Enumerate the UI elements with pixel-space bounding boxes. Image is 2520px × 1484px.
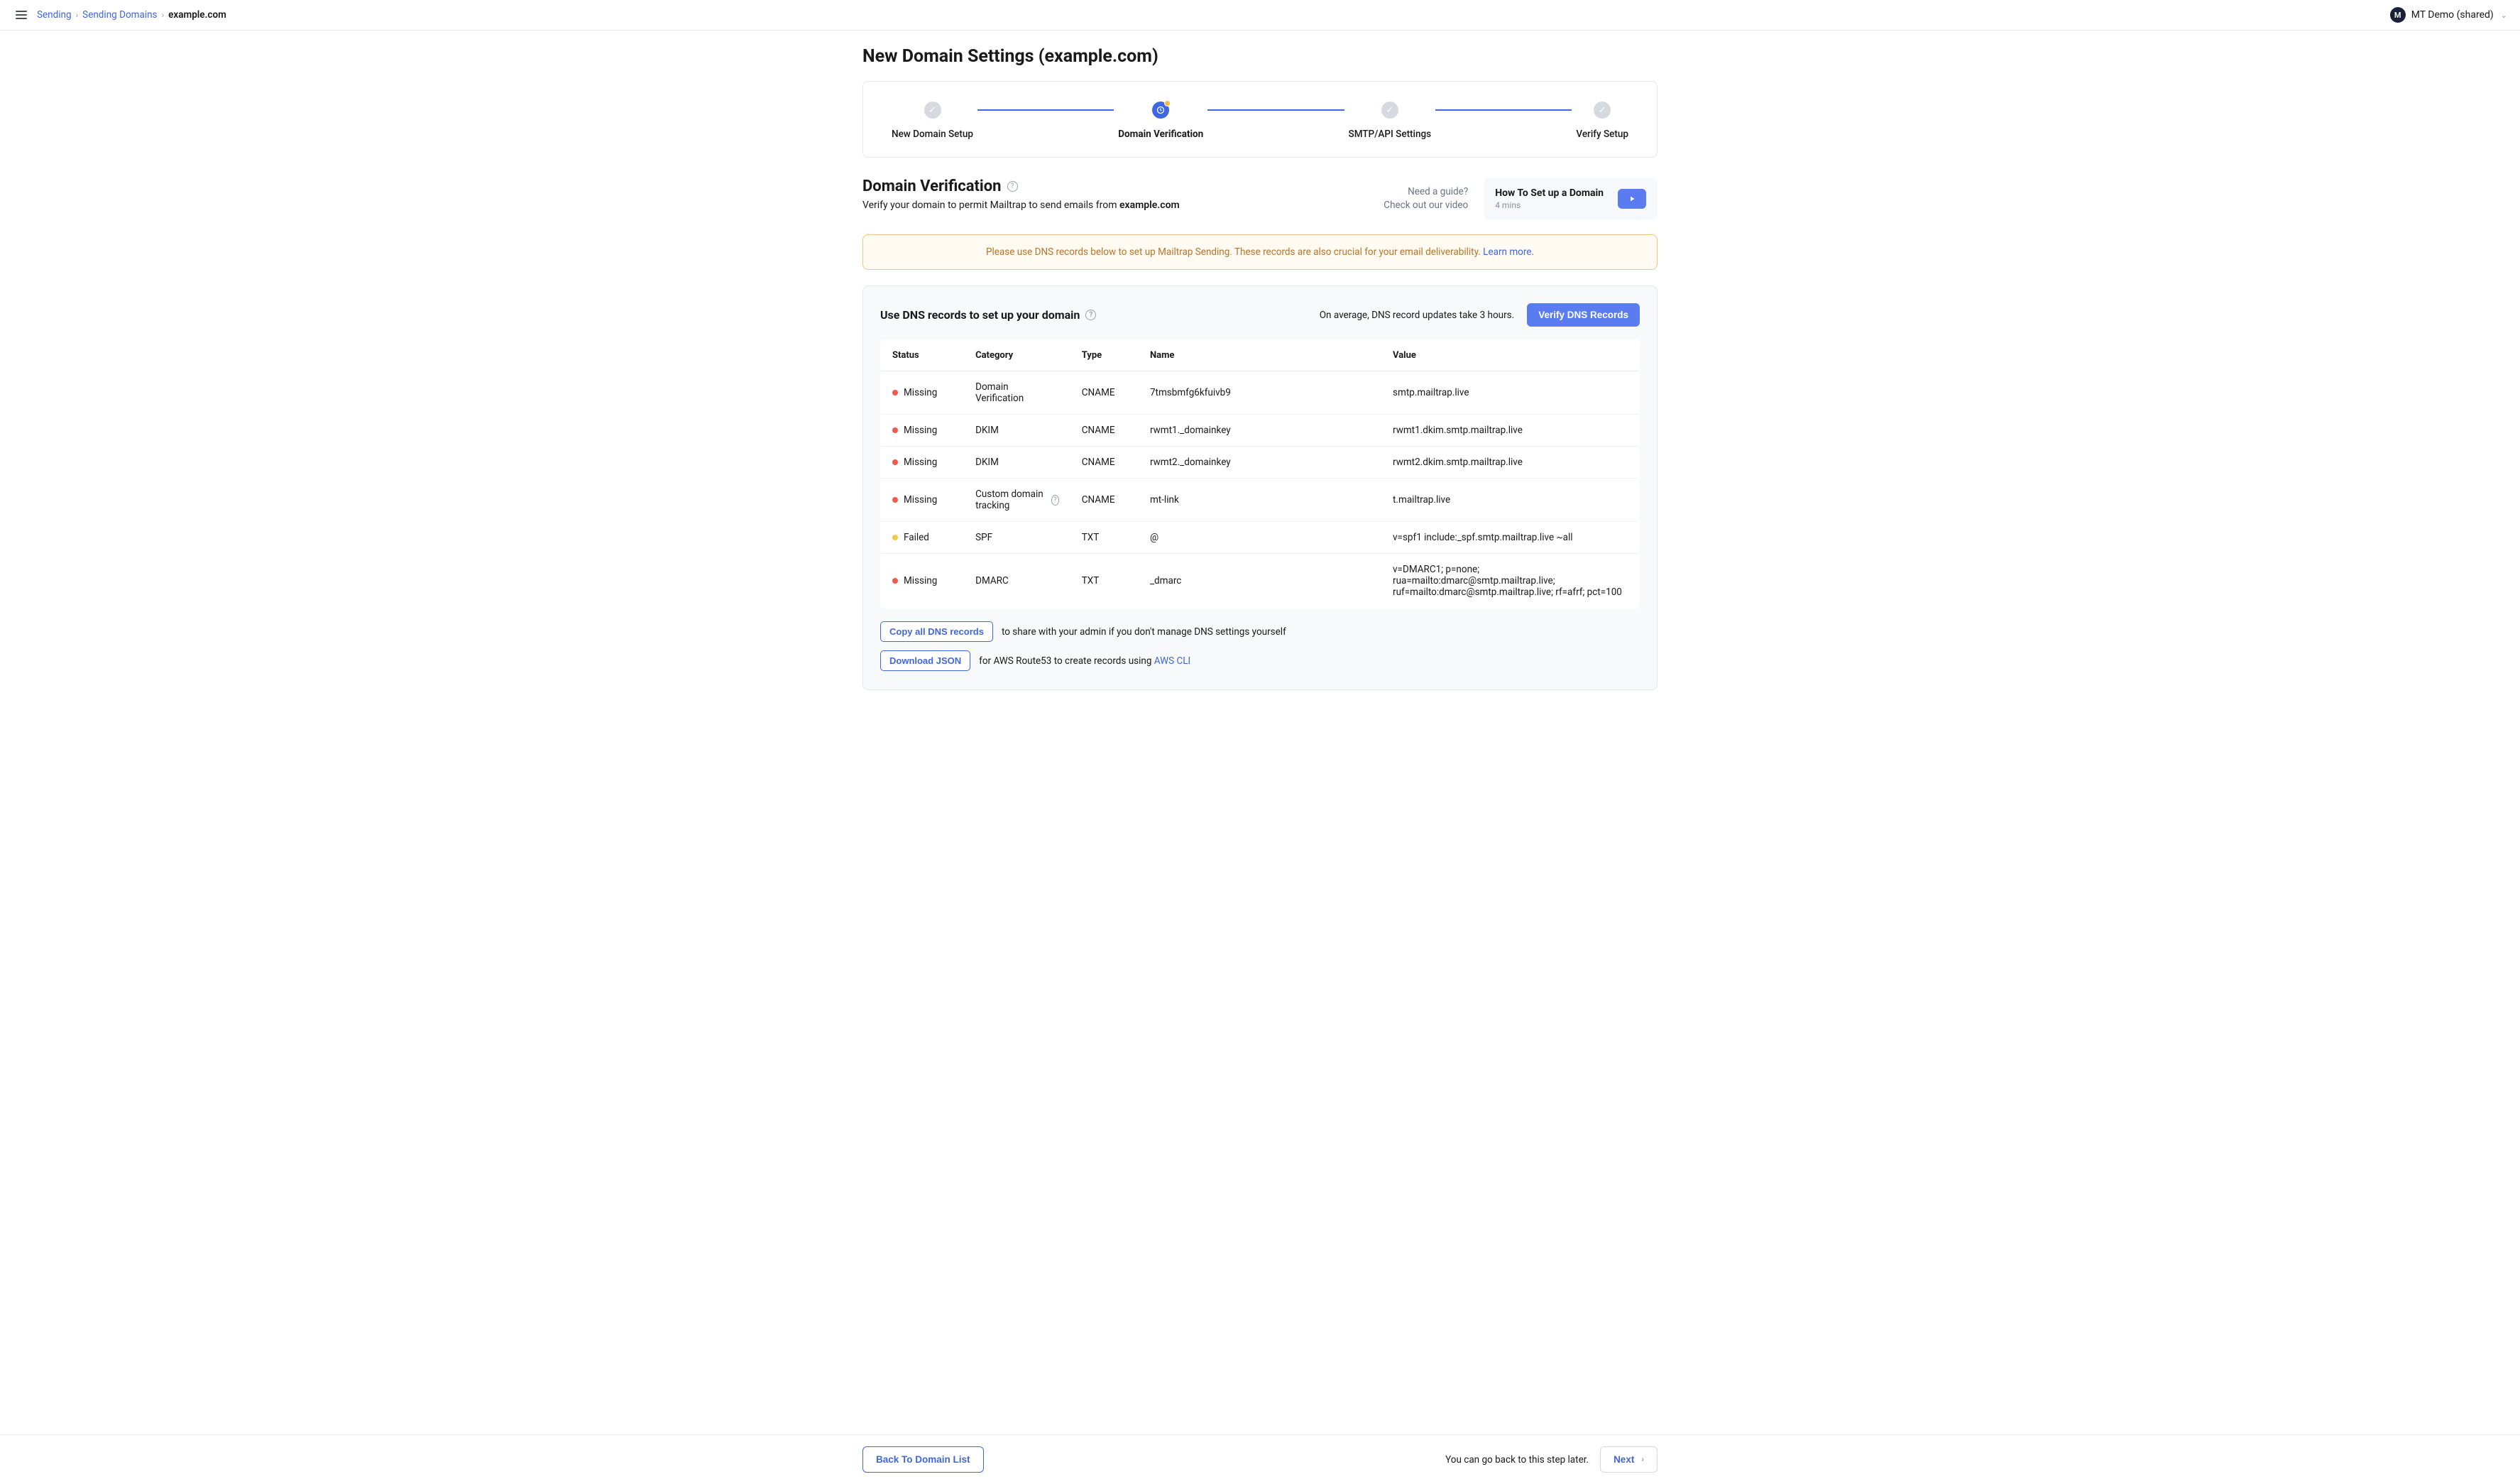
category-text: Domain Verification <box>975 381 1059 404</box>
th-category: Category <box>964 340 1070 371</box>
status-dot-icon <box>892 535 898 540</box>
type-text: TXT <box>1070 554 1139 609</box>
table-row: Failed SPF TXT@v=spf1 include:_spf.smtp.ma… <box>881 522 1640 554</box>
download-json-button[interactable]: Download JSON <box>880 650 970 671</box>
stepper-card: ✓ New Domain Setup Domain Verification ✓… <box>862 81 1658 158</box>
chevron-right-icon: › <box>162 10 165 20</box>
chevron-right-icon: › <box>1641 1456 1644 1464</box>
status-text: Missing <box>904 494 937 506</box>
type-text: CNAME <box>1070 415 1139 447</box>
account-name: MT Demo (shared) <box>2411 9 2494 21</box>
type-text: CNAME <box>1070 371 1139 415</box>
account-switcher[interactable]: M MT Demo (shared) ⌄ <box>2390 7 2507 23</box>
value-text: rwmt2.dkim.smtp.mailtrap.live <box>1381 447 1639 479</box>
dns-records-table: Status Category Type Name Value Missing D… <box>880 339 1640 609</box>
copy-dns-note: to share with your admin if you don't ma… <box>1002 626 1286 638</box>
value-text: t.mailtrap.live <box>1381 479 1639 522</box>
category-text: DMARC <box>975 575 1009 586</box>
category-text: Custom domain tracking <box>975 489 1047 511</box>
name-text: rwmt1._domainkey <box>1139 415 1381 447</box>
next-button[interactable]: Next › <box>1600 1446 1658 1473</box>
back-to-domain-list-button[interactable]: Back To Domain List <box>862 1446 984 1473</box>
status-text: Missing <box>904 387 937 398</box>
name-text: _dmarc <box>1139 554 1381 609</box>
type-text: CNAME <box>1070 447 1139 479</box>
category-text: SPF <box>975 532 992 543</box>
status-dot-icon <box>892 390 898 395</box>
breadcrumb-sending-link[interactable]: Sending <box>37 9 72 21</box>
check-icon: ✓ <box>1381 102 1398 119</box>
dns-records-card: Use DNS records to set up your domain ? … <box>862 285 1658 690</box>
status-text: Missing <box>904 457 937 468</box>
name-text: @ <box>1139 522 1381 554</box>
download-json-note: for AWS Route53 to create records using … <box>979 655 1190 667</box>
avatar: M <box>2390 7 2406 23</box>
value-text: smtp.mailtrap.live <box>1381 371 1639 415</box>
type-text: CNAME <box>1070 479 1139 522</box>
table-row: Missing Domain Verification CNAME7tmsbmfg6… <box>881 371 1640 415</box>
status-dot-icon <box>892 459 898 465</box>
step-label: Domain Verification <box>1118 129 1203 140</box>
learn-more-link[interactable]: Learn more. <box>1483 246 1534 258</box>
menu-icon[interactable] <box>13 8 30 22</box>
info-alert: Please use DNS records below to set up M… <box>862 234 1658 270</box>
check-icon: ✓ <box>1594 102 1611 119</box>
chevron-down-icon: ⌄ <box>2501 11 2507 20</box>
th-status: Status <box>881 340 965 371</box>
dns-update-note: On average, DNS record updates take 3 ho… <box>1320 310 1514 321</box>
video-title: How To Set up a Domain <box>1495 187 1604 199</box>
status-dot-icon <box>892 578 898 584</box>
help-icon[interactable]: ? <box>1007 181 1018 192</box>
status-text: Failed <box>904 532 929 543</box>
dns-title: Use DNS records to set up your domain <box>880 308 1080 322</box>
step-new-domain-setup: ✓ New Domain Setup <box>892 102 973 140</box>
table-row: Missing DKIM CNAMErwmt1._domainkeyrwmt1.dk… <box>881 415 1640 447</box>
th-name: Name <box>1139 340 1381 371</box>
step-verify-setup: ✓ Verify Setup <box>1576 102 1628 140</box>
play-button[interactable] <box>1618 189 1646 209</box>
category-text: DKIM <box>975 425 999 436</box>
section-subtitle: Verify your domain to permit Mailtrap to… <box>862 200 1180 211</box>
video-duration: 4 mins <box>1495 200 1604 210</box>
video-guide-card[interactable]: How To Set up a Domain 4 mins <box>1484 178 1658 220</box>
status-text: Missing <box>904 425 937 436</box>
table-row: Missing DKIM CNAMErwmt2._domainkeyrwmt2.dk… <box>881 447 1640 479</box>
name-text: 7tmsbmfg6kfuivb9 <box>1139 371 1381 415</box>
chevron-right-icon: › <box>76 10 79 20</box>
value-text: v=DMARC1; p=none; rua=mailto:dmarc@smtp.… <box>1381 554 1639 609</box>
value-text: v=spf1 include:_spf.smtp.mailtrap.live ~… <box>1381 522 1639 554</box>
help-icon[interactable]: ? <box>1051 495 1059 506</box>
name-text: rwmt2._domainkey <box>1139 447 1381 479</box>
help-icon[interactable]: ? <box>1085 310 1096 320</box>
step-label: New Domain Setup <box>892 129 973 140</box>
step-domain-verification: Domain Verification <box>1118 102 1203 140</box>
breadcrumb-domains-link[interactable]: Sending Domains <box>82 9 157 21</box>
name-text: mt-link <box>1139 479 1381 522</box>
th-value: Value <box>1381 340 1639 371</box>
clock-icon <box>1152 102 1169 119</box>
step-smtp-api-settings: ✓ SMTP/API Settings <box>1349 102 1432 140</box>
copy-dns-button[interactable]: Copy all DNS records <box>880 621 993 642</box>
check-icon: ✓ <box>924 102 941 119</box>
breadcrumb-current: example.com <box>168 9 226 21</box>
step-label: Verify Setup <box>1576 129 1628 140</box>
status-dot-icon <box>892 497 898 503</box>
table-row: Missing DMARC TXT_dmarcv=DMARC1; p=none; r… <box>881 554 1640 609</box>
verify-dns-button[interactable]: Verify DNS Records <box>1527 303 1640 327</box>
aws-cli-link[interactable]: AWS CLI <box>1154 655 1190 667</box>
type-text: TXT <box>1070 522 1139 554</box>
breadcrumb: Sending › Sending Domains › example.com <box>37 9 226 21</box>
page-title: New Domain Settings (example.com) <box>862 46 1658 67</box>
section-title: Domain Verification <box>862 178 1002 195</box>
table-row: Missing Custom domain tracking? CNAMEmt-li… <box>881 479 1640 522</box>
status-text: Missing <box>904 575 937 586</box>
guide-text: Need a guide? Check out our video <box>1384 185 1468 212</box>
value-text: rwmt1.dkim.smtp.mailtrap.live <box>1381 415 1639 447</box>
category-text: DKIM <box>975 457 999 468</box>
step-label: SMTP/API Settings <box>1349 129 1432 140</box>
th-type: Type <box>1070 340 1139 371</box>
status-dot-icon <box>892 427 898 433</box>
footer-note: You can go back to this step later. <box>1445 1454 1589 1466</box>
